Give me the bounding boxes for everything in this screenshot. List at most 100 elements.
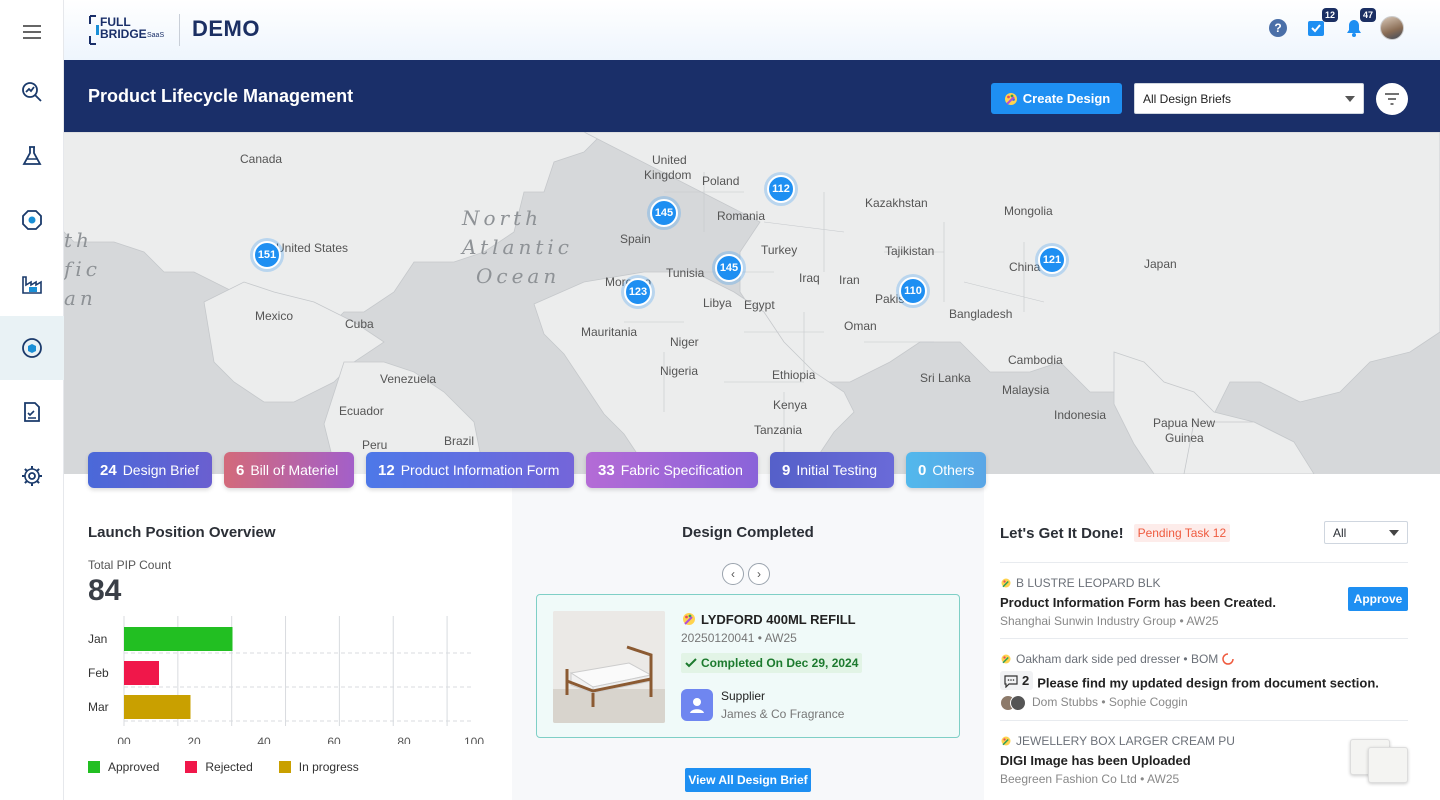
map-label: Mongolia — [1004, 204, 1053, 218]
sidebar-item-target[interactable] — [0, 188, 64, 252]
map-label: Egypt — [744, 298, 775, 312]
view-all-design-brief-button[interactable]: View All Design Brief — [685, 768, 811, 792]
map-label: Spain — [620, 232, 651, 246]
task-item[interactable]: JEWELLERY BOX LARGER CREAM PU DIGI Image… — [1000, 720, 1408, 800]
sidebar-item-lab[interactable] — [0, 124, 64, 188]
map-label: United — [652, 153, 687, 167]
task-title-row: 2 Please find my updated design from docu… — [1000, 671, 1408, 691]
chip-label: Design Brief — [122, 462, 199, 478]
tasks-filter-select[interactable]: All — [1324, 521, 1408, 544]
map-label: Peru — [362, 438, 388, 452]
chart-bar-mar[interactable] — [124, 695, 191, 719]
chevron-right-icon: › — [757, 567, 761, 581]
approve-button[interactable]: Approve — [1348, 587, 1408, 611]
chip-fabric-specification[interactable]: 33 Fabric Specification — [586, 452, 758, 488]
create-design-label: Create Design — [1022, 91, 1111, 106]
user-avatar — [1380, 16, 1404, 40]
map-label: Niger — [670, 335, 699, 349]
notifications-button[interactable]: 47 — [1342, 8, 1376, 40]
map-label: United States — [276, 241, 349, 255]
chip-initial-testing[interactable]: 9 Initial Testing — [770, 452, 894, 488]
tasks-button[interactable]: 12 — [1304, 8, 1338, 40]
checklist-document-icon — [24, 402, 40, 422]
pending-task-badge: Pending Task 12 — [1133, 524, 1231, 542]
design-palette-icon — [1001, 654, 1011, 664]
map-cluster-marker[interactable]: 123 — [624, 278, 652, 306]
map-cluster-marker[interactable]: 145 — [715, 254, 743, 282]
task-subtitle: B LUSTRE LEOPARD BLK — [1016, 576, 1161, 590]
world-map[interactable]: North Atlantic Ocean th fic an Canada Un… — [64, 132, 1440, 474]
ocean-west-label-3: an — [64, 286, 97, 310]
map-cluster-marker[interactable]: 110 — [899, 277, 927, 305]
chip-label: Fabric Specification — [620, 462, 743, 478]
map-label: Mauritania — [581, 325, 638, 339]
chip-count: 24 — [100, 461, 117, 479]
map-label: Tunisia — [666, 266, 705, 280]
chip-design-brief[interactable]: 24 Design Brief — [88, 452, 212, 488]
sidebar-item-analytics[interactable] — [0, 60, 64, 124]
chip-others[interactable]: 0 Others — [906, 452, 986, 488]
help-button[interactable]: ? — [1266, 16, 1290, 40]
chart-bar-jan[interactable] — [124, 627, 233, 651]
tasks-badge: 12 — [1321, 8, 1338, 22]
ocean-label-2: Atlantic — [462, 235, 573, 259]
map-label: Ethiopia — [772, 368, 816, 382]
ocean-west-label-1: th — [64, 228, 93, 252]
ocean-label-3: Ocean — [476, 264, 561, 288]
fullbridge-logo[interactable]: FULL BRIDGE SaaS — [88, 14, 168, 46]
design-palette-icon — [683, 613, 695, 625]
comment-count[interactable]: 2 — [1000, 671, 1034, 690]
chart-category-label: Feb — [88, 666, 109, 680]
task-item[interactable]: B LUSTRE LEOPARD BLK Product Information… — [1000, 562, 1408, 638]
menu-button[interactable] — [0, 0, 64, 64]
completed-status: Completed On Dec 29, 2024 — [681, 653, 863, 673]
map-cluster-marker[interactable]: 112 — [767, 175, 795, 203]
chip-label: Bill of Materiel — [250, 462, 339, 478]
launch-position-title: Launch Position Overview — [88, 524, 276, 541]
map-label: Iran — [839, 273, 860, 287]
supplier-icon — [681, 689, 713, 721]
map-label: Ecuador — [339, 404, 384, 418]
task-item[interactable]: Oakham dark side ped dresser • BOM 2 Plea… — [1000, 638, 1408, 720]
check-icon — [685, 658, 697, 668]
map-label: Tanzania — [754, 423, 803, 437]
carousel-prev-button[interactable]: ‹ — [722, 563, 744, 585]
map-cluster-marker[interactable]: 145 — [650, 199, 678, 227]
chip-product-information-form[interactable]: 12 Product Information Form — [366, 452, 574, 488]
tasks-header: Let's Get It Done! Pending Task 12 — [1000, 524, 1231, 542]
logo-text-saas: SaaS — [147, 32, 165, 39]
design-briefs-select[interactable]: All Design Briefs — [1134, 83, 1364, 114]
user-menu[interactable] — [1380, 16, 1404, 40]
sidebar-item-settings[interactable] — [0, 444, 64, 508]
create-design-button[interactable]: Create Design — [991, 83, 1122, 114]
sidebar-item-checklist[interactable] — [0, 380, 64, 444]
legend-rejected: Rejected — [185, 760, 253, 774]
task-meta: Beegreen Fashion Co Ltd • AW25 — [1000, 772, 1180, 786]
map-label: Bangladesh — [949, 307, 1013, 321]
pip-count-value: 84 — [88, 574, 122, 607]
map-label: Kenya — [773, 398, 808, 412]
chip-count: 6 — [236, 461, 245, 479]
map-label: Poland — [702, 174, 740, 188]
carousel-next-button[interactable]: › — [748, 563, 770, 585]
target-icon — [22, 210, 42, 230]
stage-chips: 24 Design Brief 6 Bill of Materiel 12 Produ… — [88, 452, 986, 488]
notifications-badge: 47 — [1359, 8, 1376, 22]
settings-gear-icon — [22, 466, 42, 486]
map-cluster-marker[interactable]: 121 — [1038, 246, 1066, 274]
filter-button[interactable] — [1376, 83, 1408, 115]
map-label: Mexico — [255, 309, 294, 323]
chevron-down-icon — [1389, 529, 1399, 536]
task-meta: Shanghai Sunwin Industry Group • AW25 — [1000, 614, 1219, 628]
svg-text:?: ? — [1274, 21, 1281, 35]
map-cluster-marker[interactable]: 151 — [253, 241, 281, 269]
sidebar-item-factory[interactable] — [0, 252, 64, 316]
chart-bar-feb[interactable] — [124, 661, 159, 685]
sidebar-item-product-lifecycle[interactable] — [0, 316, 64, 380]
loading-icon — [1222, 653, 1235, 665]
chart-tick-label: 00 — [117, 735, 131, 744]
map-label: Cuba — [345, 317, 374, 331]
product-image — [553, 611, 665, 723]
design-completed-card[interactable]: LYDFORD 400ML REFILL 20250120041 • AW25 … — [536, 594, 960, 738]
chip-bill-of-materiel[interactable]: 6 Bill of Materiel — [224, 452, 354, 488]
